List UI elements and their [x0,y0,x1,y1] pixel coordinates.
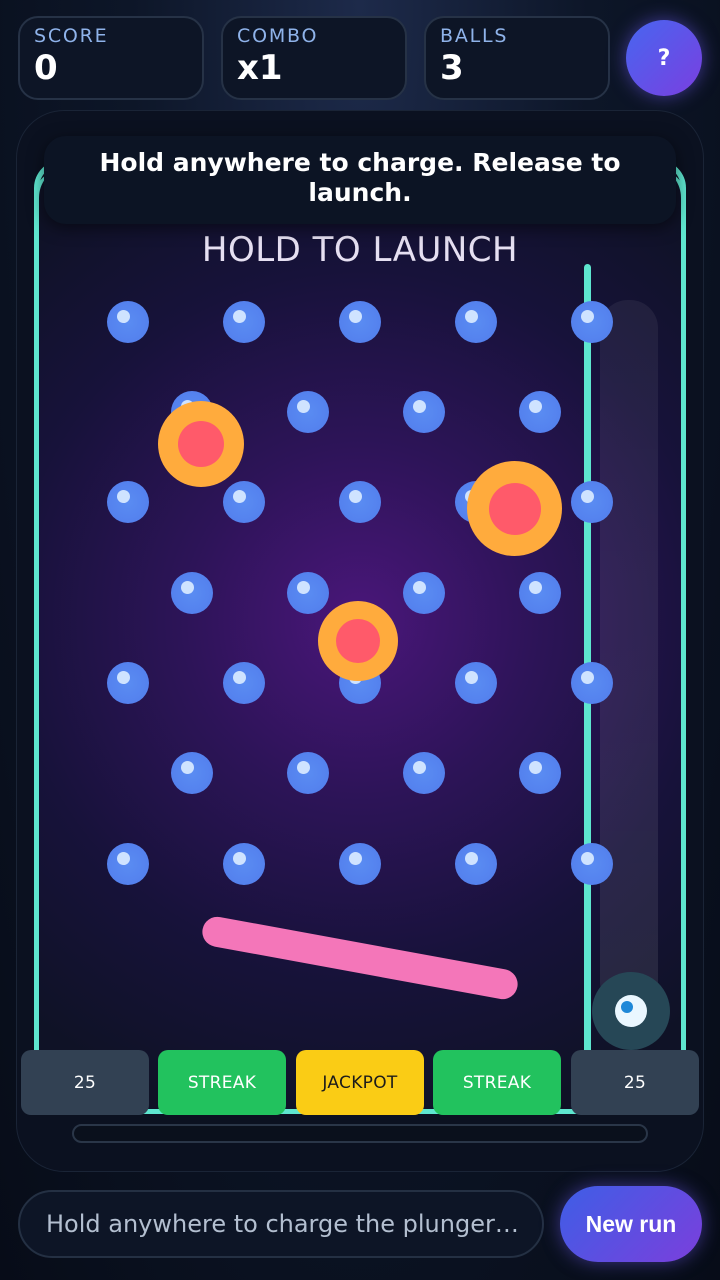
slot-2: STREAK [158,1050,286,1115]
peg [571,843,613,885]
peg [107,843,149,885]
bumper [318,601,398,681]
peg [455,843,497,885]
peg [403,572,445,614]
peg [339,843,381,885]
peg [339,481,381,523]
peg [107,481,149,523]
peg [223,301,265,343]
slot-5: 25 [571,1050,699,1115]
score-label: SCORE [34,25,109,47]
combo-panel: COMBO x1 [221,16,407,100]
peg [519,572,561,614]
peg [107,662,149,704]
peg [287,572,329,614]
slot-1: 25 [21,1050,149,1115]
peg [571,301,613,343]
ball [615,995,647,1027]
peg [171,572,213,614]
slot-3: JACKPOT [296,1050,424,1115]
peg [287,391,329,433]
new-run-button[interactable]: New run [560,1186,702,1262]
peg [403,391,445,433]
bumper-core [488,482,541,535]
peg [571,481,613,523]
peg [287,752,329,794]
combo-value: x1 [237,48,283,88]
help-button[interactable]: ? [626,20,702,96]
score-panel: SCORE 0 [18,16,204,100]
score-value: 0 [34,48,58,88]
peg [223,843,265,885]
balls-label: BALLS [440,25,509,47]
bumper-core [178,421,224,467]
peg [519,391,561,433]
bumper [467,461,562,556]
power-meter [72,1124,648,1143]
launch-lane [600,300,658,1010]
peg [223,662,265,704]
slot-4: STREAK [433,1050,561,1115]
bumper [158,401,244,487]
balls-value: 3 [440,48,464,88]
peg [455,662,497,704]
peg [571,662,613,704]
combo-label: COMBO [237,25,319,47]
peg [455,301,497,343]
bumper-core [336,619,380,663]
balls-panel: BALLS 3 [424,16,610,100]
peg [107,301,149,343]
peg [403,752,445,794]
peg [519,752,561,794]
plunger[interactable] [592,972,670,1050]
peg [223,481,265,523]
status-message: Hold anywhere to charge the plunger… [18,1190,544,1258]
peg [171,752,213,794]
launch-prompt: HOLD TO LAUNCH [201,230,519,270]
instruction-tooltip: Hold anywhere to charge. Release to laun… [44,136,676,224]
peg [339,301,381,343]
